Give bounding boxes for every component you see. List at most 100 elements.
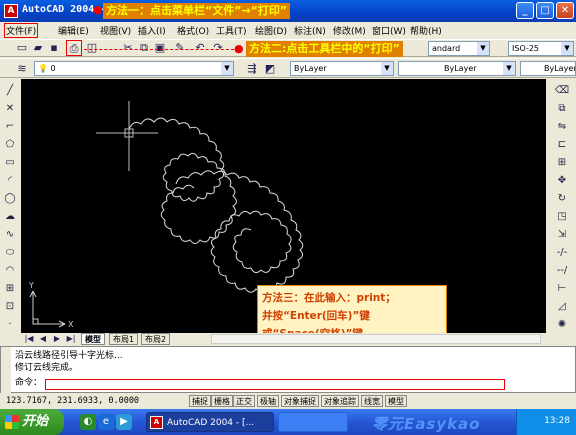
revision-cloud [128, 117, 237, 244]
revcloud-icon[interactable]: ☁ [2, 209, 18, 225]
erase-icon[interactable]: ⌫ [554, 83, 570, 99]
move-icon[interactable]: ✥ [554, 173, 570, 189]
red-dot-marker: ● [93, 3, 103, 16]
close-button[interactable]: ✕ [556, 2, 574, 19]
make-current-icon[interactable]: ⇶ [244, 61, 260, 77]
drawing-canvas[interactable]: Y X 方法三：在此输入：print； 并按“Enter(回车)”键 或“Spa… [21, 79, 546, 333]
ie-icon[interactable]: e [98, 414, 114, 430]
toggle-otrack[interactable]: 对象追踪 [321, 395, 359, 407]
matchprop-icon[interactable]: ✎ [172, 40, 188, 56]
ucs-icon [29, 290, 66, 328]
paste-icon[interactable]: ▣ [152, 40, 168, 56]
copy-icon[interactable]: ⧉ [136, 40, 152, 56]
windows-flag-icon [5, 415, 19, 429]
layer-manager-icon[interactable]: ≋ [14, 61, 30, 77]
red-dot-marker-2: ● [234, 42, 244, 55]
polyline-icon[interactable]: ⌐ [2, 119, 18, 135]
ellipse-icon[interactable]: ⬭ [2, 245, 18, 261]
taskbar-item-autocad[interactable]: A AutoCAD 2004 - [... [146, 412, 274, 432]
save-icon[interactable]: ▪ [46, 40, 62, 56]
menu-help[interactable]: 帮助(H) [410, 24, 442, 37]
redo-icon[interactable]: ↷ [210, 40, 226, 56]
tab-layout1[interactable]: 布局1 [109, 333, 139, 345]
extend-icon[interactable]: --/ [554, 263, 570, 279]
array-icon[interactable]: ⊞ [554, 155, 570, 171]
command-window-grip[interactable] [1, 347, 11, 394]
revision-cloud-outline [175, 170, 304, 293]
menu-tools[interactable]: 工具(T) [216, 24, 247, 37]
undo-icon[interactable]: ↶ [192, 40, 208, 56]
chevron-down-icon: ▼ [221, 62, 233, 75]
tab-layout2[interactable]: 布局2 [141, 333, 171, 345]
tab-model[interactable]: 模型 [81, 333, 105, 345]
explode-icon[interactable]: ✺ [554, 317, 570, 333]
new-icon[interactable]: ▭ [14, 40, 30, 56]
clock[interactable]: 13:28 [544, 416, 570, 426]
toggle-lineweight[interactable]: 线宽 [361, 395, 383, 407]
menu-format[interactable]: 格式(O) [177, 24, 209, 37]
copy-object-icon[interactable]: ⧉ [554, 101, 570, 117]
stretch-icon[interactable]: ⇲ [554, 227, 570, 243]
trim-icon[interactable]: -/- [554, 245, 570, 261]
insert-block-icon[interactable]: ⊞ [2, 281, 18, 297]
color-combo[interactable]: ByLayer ▼ [290, 61, 394, 76]
toggle-grid[interactable]: 栅格 [211, 395, 233, 407]
xline-icon[interactable]: ✕ [2, 101, 18, 117]
polygon-icon[interactable]: ⬠ [2, 137, 18, 153]
menu-edit[interactable]: 编辑(E) [58, 24, 89, 37]
method3-note: 方法三：在此输入：print； 并按“Enter(回车)”键 或“Space(空… [257, 285, 447, 333]
dim-style-combo[interactable]: ISO-25 ▼ [508, 41, 574, 56]
scale-icon[interactable]: ◳ [554, 209, 570, 225]
toggle-osnap[interactable]: 对象捕捉 [281, 395, 319, 407]
tab-last-icon[interactable]: ▶| [63, 331, 79, 347]
toggle-snap[interactable]: 捕捉 [189, 395, 211, 407]
command-history-line1: 沿云线路径引导十字光标... [15, 351, 123, 361]
chamfer-icon[interactable]: ◿ [554, 299, 570, 315]
media-icon[interactable]: ▶ [116, 414, 132, 430]
menu-window[interactable]: 窗口(W) [372, 24, 406, 37]
line-icon[interactable]: ╱ [2, 83, 18, 99]
point-icon[interactable]: · [2, 317, 18, 333]
spline-icon[interactable]: ∿ [2, 227, 18, 243]
maximize-button[interactable]: □ [536, 2, 554, 19]
make-block-icon[interactable]: ⊡ [2, 299, 18, 315]
toggle-polar[interactable]: 极轴 [257, 395, 279, 407]
print-icon[interactable]: ⎙ [66, 40, 82, 56]
circle-icon[interactable]: ◯ [2, 191, 18, 207]
lineweight-combo[interactable]: ByLayer [520, 61, 576, 76]
command-input[interactable] [45, 379, 505, 390]
taskbar-item-2[interactable] [278, 412, 348, 432]
autocad-task-icon: A [150, 416, 163, 429]
standard-toolbar: ▭ ▰ ▪ ⎙ ◫ ✂ ⧉ ▣ ✎ ↶ ↷ ● 方法二:点击工具栏中的“打印” … [0, 39, 576, 57]
preview-icon[interactable]: ◫ [84, 40, 100, 56]
ellipse-arc-icon[interactable]: ◠ [2, 263, 18, 279]
arc-icon[interactable]: ◜ [2, 173, 18, 189]
horizontal-scrollbar[interactable] [211, 334, 541, 344]
menu-view[interactable]: 视图(V) [100, 24, 131, 37]
open-icon[interactable]: ▰ [30, 40, 46, 56]
start-button[interactable]: 开始 [0, 409, 64, 435]
layer-combo[interactable]: 💡 0 ▼ [34, 61, 234, 76]
text-style-combo[interactable]: andard ▼ [428, 41, 490, 56]
desktop-icon[interactable]: ◐ [80, 414, 96, 430]
method3-line2: 并按“Enter(回车)”键 [262, 310, 370, 322]
layer-previous-icon[interactable]: ◩ [262, 61, 278, 77]
cut-icon[interactable]: ✂ [120, 40, 136, 56]
rectangle-icon[interactable]: ▭ [2, 155, 18, 171]
autocad-app-icon[interactable]: A [4, 4, 18, 18]
status-bar: 123.7167, 231.6933, 0.0000 捕捉 栅格 正交 极轴 对… [0, 394, 576, 408]
rotate-icon[interactable]: ↻ [554, 191, 570, 207]
mirror-icon[interactable]: ⇋ [554, 119, 570, 135]
linetype-combo[interactable]: ByLayer ▼ [398, 61, 516, 76]
toggle-model[interactable]: 模型 [385, 395, 407, 407]
menu-draw[interactable]: 绘图(D) [255, 24, 287, 37]
menu-file[interactable]: 文件(F) [4, 23, 39, 38]
menu-dimension[interactable]: 标注(N) [294, 24, 326, 37]
menu-modify[interactable]: 修改(M) [333, 24, 366, 37]
modify-toolbar: ⌫ ⧉ ⇋ ⊏ ⊞ ✥ ↻ ◳ ⇲ -/- --/ ⊢ ◿ ✺ [552, 79, 572, 341]
offset-icon[interactable]: ⊏ [554, 137, 570, 153]
toggle-ortho[interactable]: 正交 [233, 395, 255, 407]
menu-insert[interactable]: 插入(I) [138, 24, 166, 37]
minimize-button[interactable]: _ [516, 2, 534, 19]
break-icon[interactable]: ⊢ [554, 281, 570, 297]
